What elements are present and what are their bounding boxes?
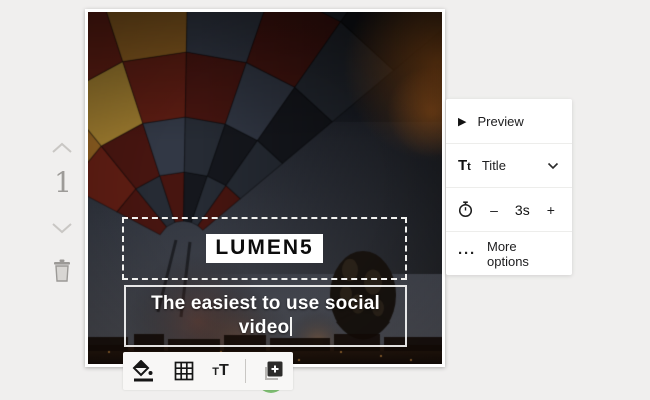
title-style-selector[interactable]: Tt Title bbox=[446, 143, 572, 187]
move-slide-down-button[interactable] bbox=[50, 221, 74, 235]
chevron-up-icon bbox=[52, 142, 72, 153]
add-media-button[interactable] bbox=[260, 358, 286, 384]
fill-color-button[interactable] bbox=[130, 358, 158, 384]
video-canvas[interactable]: LUMEN5 The easiest to use social video bbox=[85, 9, 445, 367]
text-style-button[interactable]: TT bbox=[210, 361, 231, 381]
chevron-down-icon bbox=[52, 223, 72, 234]
fill-color-icon bbox=[132, 359, 154, 382]
move-slide-up-button[interactable] bbox=[50, 141, 74, 155]
duration-increase-button[interactable]: + bbox=[545, 202, 557, 218]
preview-button[interactable]: ▶ Preview bbox=[446, 99, 572, 143]
more-options-label: More options bbox=[487, 238, 529, 269]
layout-grid-button[interactable] bbox=[172, 359, 196, 383]
logo-text: LUMEN5 bbox=[206, 234, 323, 263]
headline-text-box[interactable]: The easiest to use social video bbox=[124, 285, 407, 347]
text-caret bbox=[290, 317, 293, 336]
toolbar-divider bbox=[244, 359, 246, 383]
layout-grid-icon bbox=[174, 361, 194, 381]
play-icon: ▶ bbox=[458, 115, 467, 128]
duration-decrease-button[interactable]: – bbox=[488, 202, 500, 218]
title-style-icon: Tt bbox=[458, 157, 471, 174]
slide-toolbar: TT bbox=[123, 352, 293, 390]
chevron-down-icon bbox=[547, 162, 559, 169]
text-style-icon: T bbox=[212, 366, 219, 378]
duration-control: – 3s + bbox=[446, 187, 572, 231]
delete-slide-button[interactable] bbox=[51, 259, 73, 283]
slide-context-menu: ▶ Preview Tt Title – 3s + ··· More optio… bbox=[446, 99, 572, 275]
stopwatch-icon bbox=[458, 201, 473, 218]
headline-line-1: The easiest to use social bbox=[151, 292, 380, 314]
slide-number: 1 bbox=[54, 166, 72, 199]
trash-icon bbox=[54, 259, 70, 282]
headline-line-2: video bbox=[151, 316, 380, 340]
ellipsis-icon: ··· bbox=[458, 245, 476, 262]
preview-label: Preview bbox=[477, 113, 524, 129]
more-options-button[interactable]: ··· More options bbox=[446, 231, 572, 275]
logo-text-box[interactable]: LUMEN5 bbox=[122, 217, 407, 280]
add-media-icon bbox=[264, 361, 283, 380]
duration-value: 3s bbox=[514, 201, 530, 218]
title-style-label: Title bbox=[481, 158, 506, 173]
headline-text: The easiest to use social video bbox=[151, 292, 380, 341]
